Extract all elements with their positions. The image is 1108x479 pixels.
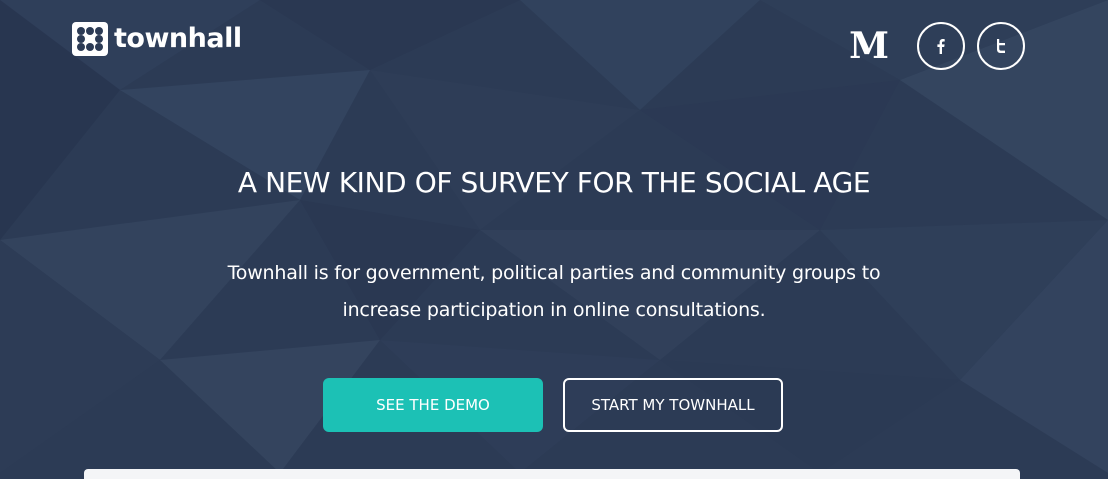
twitter-glyph-icon [997, 39, 1005, 53]
twitter-icon[interactable] [977, 22, 1025, 70]
see-demo-button[interactable]: SEE THE DEMO [323, 378, 543, 432]
polygon-background [0, 0, 1108, 473]
hero-subtext-line-1: Townhall is for government, political pa… [227, 262, 881, 284]
townhall-logo-icon [72, 22, 108, 56]
hero-subtext-line-2: increase participation in online consult… [342, 299, 766, 321]
hero-headline: A NEW KIND OF SURVEY FOR THE SOCIAL AGE [237, 166, 871, 199]
facebook-icon[interactable] [917, 22, 965, 70]
hero-subtext: Townhall is for government, political pa… [0, 255, 1108, 329]
logo-text: townhall [114, 23, 242, 54]
medium-icon[interactable]: M [849, 22, 889, 70]
townhall-logo[interactable]: townhall [72, 22, 242, 56]
start-townhall-button[interactable]: START MY TOWNHALL [563, 378, 783, 432]
social-links: M [849, 22, 1025, 70]
facebook-glyph-icon [937, 39, 945, 54]
content-panel-edge [84, 469, 1020, 479]
